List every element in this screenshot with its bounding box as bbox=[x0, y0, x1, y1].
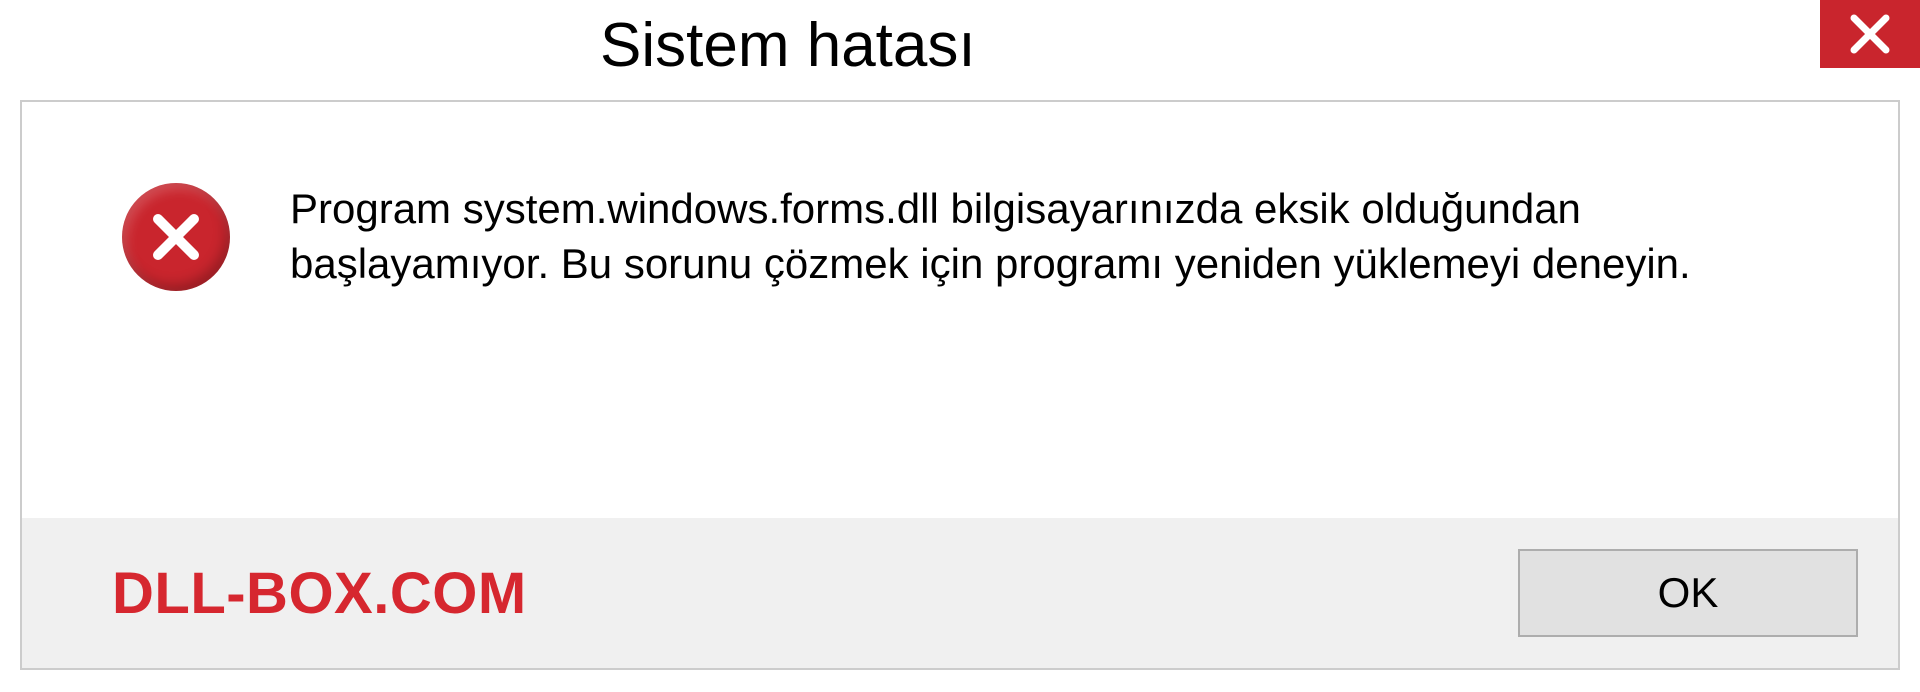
ok-button[interactable]: OK bbox=[1518, 549, 1858, 637]
watermark-text: DLL-BOX.COM bbox=[112, 560, 527, 627]
content-panel: Program system.windows.forms.dll bilgisa… bbox=[20, 100, 1900, 670]
titlebar: Sistem hatası bbox=[0, 0, 1920, 90]
message-area: Program system.windows.forms.dll bilgisa… bbox=[22, 102, 1898, 291]
footer: DLL-BOX.COM OK bbox=[22, 518, 1898, 668]
error-icon bbox=[122, 183, 230, 291]
window-title: Sistem hatası bbox=[600, 0, 976, 81]
close-button[interactable] bbox=[1820, 0, 1920, 68]
error-message: Program system.windows.forms.dll bilgisa… bbox=[290, 182, 1798, 291]
close-icon bbox=[1848, 12, 1892, 56]
ok-button-label: OK bbox=[1658, 569, 1719, 617]
